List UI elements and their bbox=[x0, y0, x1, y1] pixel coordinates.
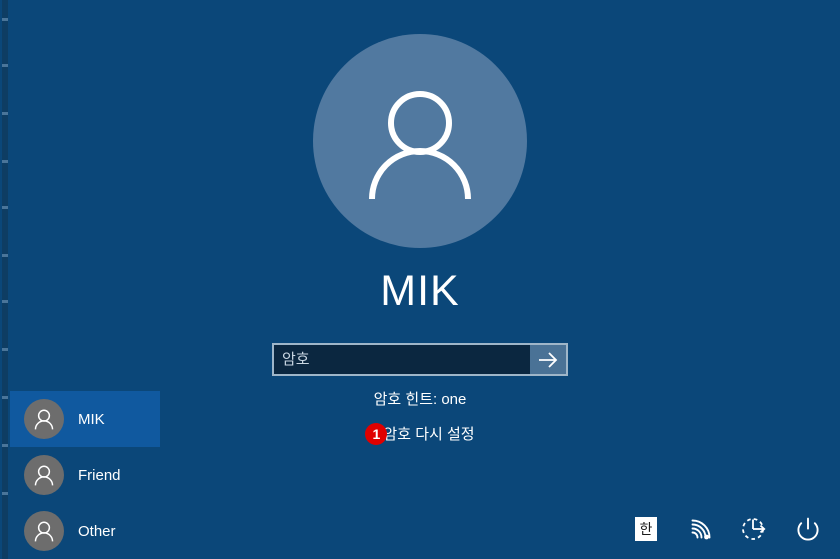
user-list-item-label: MIK bbox=[78, 410, 105, 428]
user-list-item-label: Other bbox=[78, 522, 116, 540]
person-icon bbox=[24, 399, 64, 439]
account-avatar bbox=[313, 34, 527, 248]
reset-password-link[interactable]: 암호 다시 설정 bbox=[383, 427, 474, 442]
user-list-item-other[interactable]: Other bbox=[10, 503, 160, 559]
ime-indicator[interactable]: 한 bbox=[630, 513, 662, 545]
reset-password-row: 1 암호 다시 설정 bbox=[365, 423, 475, 445]
ease-of-access-icon[interactable] bbox=[738, 513, 770, 545]
password-input[interactable] bbox=[274, 345, 530, 374]
person-icon bbox=[350, 71, 490, 211]
arrow-right-icon bbox=[537, 351, 559, 369]
user-list-item-friend[interactable]: Friend bbox=[10, 447, 160, 503]
person-icon bbox=[24, 455, 64, 495]
wifi-icon[interactable] bbox=[684, 513, 716, 545]
password-row bbox=[272, 343, 568, 376]
power-icon[interactable] bbox=[792, 513, 824, 545]
person-icon bbox=[24, 511, 64, 551]
user-list: MIK Friend Other bbox=[10, 391, 160, 559]
scrollbar-tick bbox=[2, 492, 8, 495]
ime-label: 한 bbox=[635, 517, 657, 541]
user-list-item-mik[interactable]: MIK bbox=[10, 391, 160, 447]
system-tray: 한 bbox=[630, 513, 824, 545]
account-name: MIK bbox=[380, 267, 460, 315]
password-submit-button[interactable] bbox=[530, 345, 566, 374]
lock-screen: MIK 암호 힌트: one 1 암호 다시 설정 MIK Friend Oth… bbox=[0, 0, 840, 559]
user-list-item-label: Friend bbox=[78, 466, 121, 484]
password-hint: 암호 힌트: one bbox=[373, 391, 467, 408]
